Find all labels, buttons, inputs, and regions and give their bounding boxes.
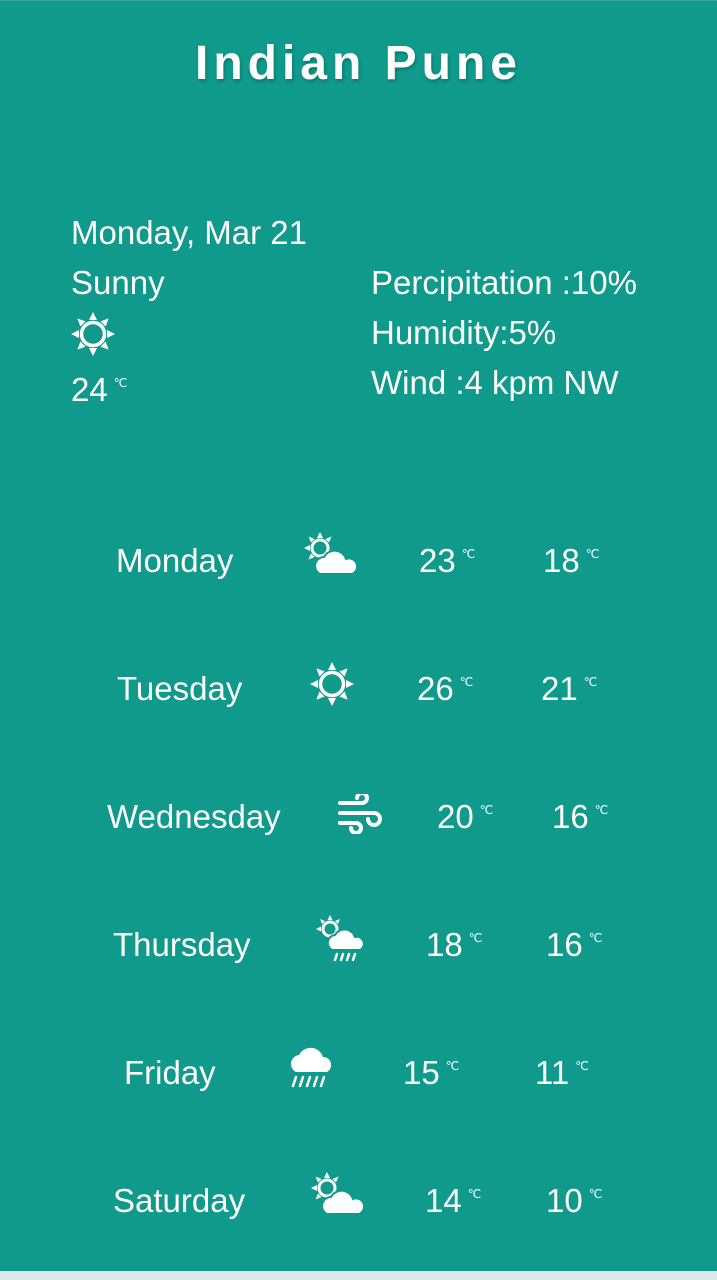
cloud-rain-icon — [286, 1042, 336, 1097]
forecast-low: 11 ℃ — [535, 1054, 589, 1092]
forecast-row-saturday: Saturday 14 ℃ 10 ℃ — [0, 1170, 717, 1230]
city-title: Indian Pune — [194, 37, 522, 90]
wind-text: Wind :4 kpm NW — [371, 364, 619, 401]
forecast-day: Thursday — [113, 926, 251, 963]
forecast-row-thursday: Thursday 18 ℃ 16 ℃ — [0, 914, 717, 974]
celsius-unit: ℃ — [588, 931, 603, 945]
current-date: Monday, Mar 21 — [71, 214, 307, 251]
forecast-day: Monday — [116, 542, 234, 579]
celsius-unit: ℃ — [468, 931, 483, 945]
celsius-unit: ℃ — [585, 547, 600, 561]
forecast-row-monday: Monday 23 ℃ 18 ℃ — [0, 530, 717, 590]
high-temp: 23 — [419, 542, 456, 579]
humidity-text: Humidity:5% — [371, 314, 557, 351]
partly-cloudy-icon — [302, 530, 360, 585]
celsius-unit: ℃ — [113, 376, 128, 390]
forecast-low: 16 ℃ — [552, 798, 608, 836]
bottom-divider — [0, 1271, 717, 1280]
sun-cloud-rain-icon — [315, 914, 369, 969]
current-temperature: 24 ℃ — [71, 358, 307, 408]
high-temp: 20 — [437, 798, 474, 835]
high-temp: 26 — [417, 670, 454, 707]
forecast-high: 15 ℃ — [403, 1054, 459, 1092]
current-weather-summary: Monday, Mar 21 Sunny 24 ℃ — [71, 208, 307, 408]
current-temp-value: 24 — [71, 371, 108, 408]
low-temp: 16 — [546, 926, 583, 963]
low-temp: 21 — [541, 670, 578, 707]
celsius-unit: ℃ — [575, 1059, 589, 1073]
forecast-high: 18 ℃ — [426, 926, 482, 964]
sun-icon — [71, 308, 307, 358]
sun-icon — [310, 662, 354, 711]
celsius-unit: ℃ — [594, 803, 609, 817]
low-temp: 16 — [552, 798, 589, 835]
wind-icon — [336, 791, 386, 839]
celsius-unit: ℃ — [459, 675, 474, 689]
low-temp: 18 — [543, 542, 580, 579]
forecast-row-wednesday: Wednesday 20 ℃ 16 ℃ — [0, 786, 717, 846]
high-temp: 15 — [403, 1054, 440, 1091]
celsius-unit: ℃ — [461, 547, 476, 561]
low-temp: 10 — [546, 1182, 583, 1219]
forecast-low: 21 ℃ — [541, 670, 597, 708]
forecast-row-friday: Friday 15 ℃ 11 ℃ — [0, 1042, 717, 1102]
partly-cloudy-icon — [309, 1170, 367, 1225]
current-condition: Sunny — [71, 264, 165, 301]
high-temp: 14 — [425, 1182, 462, 1219]
forecast-day: Saturday — [113, 1182, 246, 1219]
forecast-low: 16 ℃ — [546, 926, 602, 964]
celsius-unit: ℃ — [588, 1187, 603, 1201]
current-weather-details: Percipitation :10% Humidity:5% Wind :4 k… — [371, 258, 637, 408]
high-temp: 18 — [426, 926, 463, 963]
precipitation-text: Percipitation :10% — [371, 264, 637, 301]
forecast-high: 23 ℃ — [419, 542, 475, 580]
celsius-unit: ℃ — [479, 803, 494, 817]
celsius-unit: ℃ — [445, 1059, 460, 1073]
forecast-day: Tuesday — [117, 670, 243, 707]
forecast-low: 10 ℃ — [546, 1182, 602, 1220]
forecast-row-tuesday: Tuesday 26 ℃ 21 ℃ — [0, 658, 717, 718]
forecast-high: 26 ℃ — [417, 670, 473, 708]
celsius-unit: ℃ — [467, 1187, 482, 1201]
celsius-unit: ℃ — [583, 675, 598, 689]
forecast-high: 20 ℃ — [437, 798, 493, 836]
forecast-day: Friday — [124, 1054, 216, 1091]
forecast-high: 14 ℃ — [425, 1182, 481, 1220]
low-temp: 11 — [535, 1054, 570, 1091]
forecast-low: 18 ℃ — [543, 542, 599, 580]
forecast-day: Wednesday — [107, 798, 281, 835]
